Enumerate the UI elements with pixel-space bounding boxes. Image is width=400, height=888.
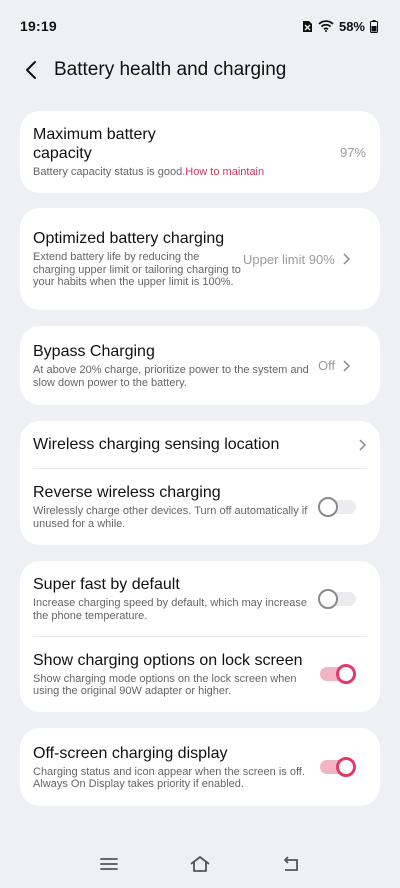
lock-screen-options-toggle[interactable]: [318, 662, 358, 686]
chevron-right-icon: [343, 253, 350, 265]
optimized-row[interactable]: Optimized battery charging Extend batter…: [20, 208, 380, 310]
page-title: Battery health and charging: [54, 59, 287, 80]
capacity-title: Maximum battery capacity: [33, 126, 156, 163]
toggle-knob: [336, 664, 356, 684]
super-fast-title: Super fast by default: [33, 576, 180, 593]
how-to-maintain-link[interactable]: How to maintain: [185, 166, 264, 178]
capacity-card: Maximum battery capacity Battery capacit…: [20, 111, 380, 193]
off-screen-display-desc: Charging status and icon appear when the…: [33, 765, 305, 791]
bypass-title: Bypass Charging: [33, 343, 155, 360]
bypass-card: Bypass Charging At above 20% charge, pri…: [20, 326, 380, 405]
capacity-status-text: Battery capacity status is good.: [33, 166, 186, 179]
navigation-bar: [0, 840, 400, 888]
menu-icon[interactable]: [99, 856, 119, 872]
capacity-row[interactable]: Maximum battery capacity Battery capacit…: [20, 111, 380, 193]
super-fast-row[interactable]: Super fast by default Increase charging …: [20, 561, 380, 636]
optimized-value: Upper limit 90%: [243, 251, 335, 267]
lock-screen-options-row[interactable]: Show charging options on lock screen Sho…: [20, 636, 380, 712]
capacity-value: 97%: [339, 144, 366, 160]
chevron-left-icon: [26, 61, 36, 79]
optimized-card: Optimized battery charging Extend batter…: [20, 208, 380, 310]
chevron-right-icon: [359, 438, 366, 451]
toggle-knob: [318, 588, 338, 609]
wireless-card: Wireless charging sensing location Rever…: [20, 421, 380, 545]
optimized-title: Optimized battery charging: [33, 230, 225, 248]
optimized-desc: Extend battery life by reducing the char…: [33, 251, 241, 289]
status-time: 19:19: [20, 18, 57, 34]
bypass-value: Off: [318, 358, 336, 373]
header: Battery health and charging: [0, 52, 400, 88]
wireless-location-title: Wireless charging sensing location: [33, 436, 280, 453]
bypass-row[interactable]: Bypass Charging At above 20% charge, pri…: [20, 326, 380, 405]
status-bar: 19:19 58%: [0, 0, 400, 52]
reverse-wireless-title: Reverse wireless charging: [33, 484, 221, 501]
off-screen-display-row[interactable]: Off-screen charging display Charging sta…: [20, 728, 380, 806]
reverse-wireless-row[interactable]: Reverse wireless charging Wirelessly cha…: [20, 468, 380, 545]
super-fast-desc: Increase charging speed by default, whic…: [33, 597, 307, 622]
status-icons: 58%: [302, 19, 378, 34]
lock-screen-options-desc: Show charging mode options on the lock s…: [33, 672, 297, 698]
battery-icon: [370, 19, 378, 33]
toggle-knob: [336, 757, 356, 777]
off-screen-card: Off-screen charging display Charging sta…: [20, 728, 380, 806]
chevron-right-icon: [343, 359, 351, 372]
lock-screen-options-title: Show charging options on lock screen: [33, 651, 303, 669]
off-screen-display-title: Off-screen charging display: [33, 744, 228, 762]
back-button[interactable]: [18, 55, 44, 85]
reverse-wireless-desc: Wirelessly charge other devices. Turn of…: [33, 505, 308, 530]
toggle-knob: [318, 496, 338, 517]
wireless-location-row[interactable]: Wireless charging sensing location: [20, 421, 380, 468]
off-screen-display-toggle[interactable]: [318, 755, 358, 779]
super-fast-toggle[interactable]: [318, 587, 358, 611]
super-fast-card: Super fast by default Increase charging …: [20, 561, 380, 712]
capacity-desc: Battery capacity status is good.How to m…: [33, 166, 264, 179]
wifi-icon: [318, 20, 334, 32]
back-icon[interactable]: [281, 856, 301, 872]
no-sim-icon: [302, 20, 313, 33]
home-icon[interactable]: [189, 855, 211, 873]
battery-percent: 58%: [338, 18, 365, 34]
reverse-wireless-toggle[interactable]: [318, 495, 358, 519]
bypass-desc: At above 20% charge, prioritize power to…: [33, 364, 309, 389]
